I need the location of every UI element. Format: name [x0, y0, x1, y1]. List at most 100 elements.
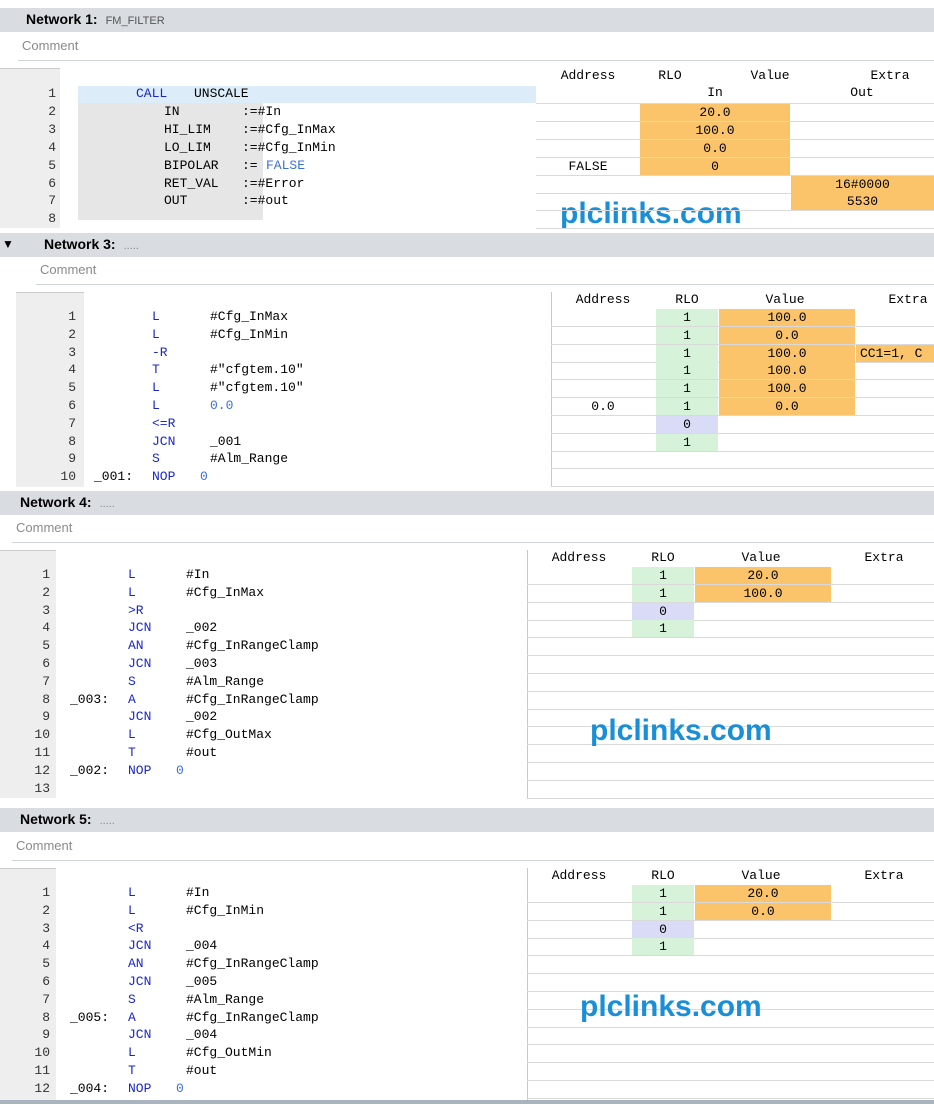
- line-number: 7: [42, 673, 50, 689]
- operand: #out: [186, 745, 218, 760]
- rlo-value: 1: [656, 326, 718, 344]
- operand: #Cfg_InMin: [210, 326, 289, 342]
- param-value: :=#Error: [242, 175, 305, 191]
- line-number: 1: [42, 567, 50, 582]
- collapse-arrow-icon[interactable]: ▼: [2, 237, 14, 251]
- in-value: 0.0: [640, 139, 790, 157]
- watch-value: 20.0: [695, 567, 831, 584]
- watermark: plclinks.com: [580, 990, 762, 1023]
- line-number: 4: [42, 938, 50, 954]
- instruction-op: JCN: [128, 620, 152, 636]
- instruction-op: JCN: [152, 433, 176, 449]
- network-5-header[interactable]: Network 5:.....: [0, 808, 934, 832]
- rlo-value: 1: [632, 620, 694, 638]
- col-extra: Extra: [864, 868, 904, 883]
- rlo-value: 1: [656, 380, 718, 398]
- col-rlo: RLO: [658, 68, 682, 83]
- instruction-op: JCN: [128, 1027, 152, 1043]
- operand: #Alm_Range: [186, 991, 265, 1007]
- rlo-value: 1: [656, 309, 718, 326]
- jump-target: _005: [186, 974, 218, 989]
- grid-divider: [551, 292, 552, 487]
- instruction-op: NOP: [152, 469, 176, 485]
- divider: [12, 860, 934, 861]
- operand: 0: [176, 762, 184, 778]
- watch-value: 0.0: [719, 398, 855, 415]
- grid-row-line: [527, 937, 934, 939]
- line-number: 7: [42, 991, 50, 1007]
- rlo-value: 0: [632, 602, 694, 620]
- param-name: BIPOLAR: [164, 157, 219, 173]
- line-number: 10: [34, 1045, 50, 1061]
- line-number: 6: [48, 175, 56, 191]
- grid-row-line: [527, 708, 934, 710]
- line-number: 10: [34, 727, 50, 743]
- line-number: 2: [48, 103, 56, 119]
- network-4-title: Network 4:.....: [20, 494, 115, 510]
- network-3-header[interactable]: ▼ Network 3:.....: [0, 233, 934, 257]
- network-4-header[interactable]: Network 4:.....: [0, 491, 934, 515]
- jump-label: _002:: [70, 762, 110, 778]
- network-4-comment[interactable]: Comment: [16, 518, 934, 538]
- instruction-op: JCN: [128, 656, 152, 671]
- line-number: 4: [48, 139, 56, 155]
- instruction-op: -R: [152, 344, 168, 360]
- col-extra: Extra: [870, 68, 910, 83]
- line-number: 3: [48, 121, 56, 137]
- jump-target: _002: [186, 709, 218, 725]
- watch-value: 100.0: [719, 309, 855, 326]
- param-value: :=#In: [242, 103, 282, 119]
- instruction-op: L: [128, 1045, 136, 1061]
- jump-target: _003: [186, 656, 218, 671]
- subcol-out: Out: [850, 85, 874, 100]
- instruction-op: NOP: [128, 1080, 152, 1096]
- line-number: 1: [42, 885, 50, 900]
- network-1-comment[interactable]: Comment: [22, 36, 934, 56]
- line-number: 13: [34, 780, 50, 796]
- line-number: 6: [42, 656, 50, 671]
- grid-row-line: [551, 486, 934, 488]
- instruction-op: L: [128, 567, 136, 582]
- grid-row-line: [551, 450, 934, 452]
- network-1-header[interactable]: Network 1: FM_FILTER: [0, 8, 934, 32]
- network-5-comment[interactable]: Comment: [16, 836, 934, 856]
- col-rlo: RLO: [651, 550, 675, 565]
- col-address: Address: [551, 868, 607, 883]
- line-number: 12: [34, 762, 50, 778]
- rlo-value: 1: [656, 433, 718, 451]
- operand: #In: [186, 567, 210, 582]
- network-3-title: Network 3:.....: [44, 236, 139, 252]
- in-value: 0: [640, 157, 790, 175]
- bottom-scrollbar[interactable]: [0, 1100, 934, 1104]
- rlo-value: 1: [656, 344, 718, 362]
- operand: #Alm_Range: [186, 673, 265, 689]
- line-number: 8: [48, 211, 56, 227]
- line-number: 2: [42, 902, 50, 918]
- line-number: 3: [42, 920, 50, 936]
- grid-row-line: [527, 1080, 934, 1081]
- network-3-comment[interactable]: Comment: [40, 260, 934, 280]
- rlo-value: 1: [632, 902, 694, 920]
- watch-value: 0.0: [719, 326, 855, 344]
- out-value: 16#0000: [791, 175, 934, 193]
- rlo-value: 0: [632, 920, 694, 938]
- line-number: 10: [60, 469, 76, 485]
- out-value: 5530: [791, 193, 934, 211]
- watch-value: 20.0: [695, 885, 831, 902]
- operand: 0.0: [210, 398, 234, 413]
- col-value: Value: [741, 550, 781, 565]
- param-name: OUT: [164, 193, 188, 209]
- rlo-value: 1: [632, 567, 694, 584]
- instruction-op: AN: [128, 638, 144, 654]
- line-number: 7: [48, 193, 56, 209]
- instruction-op: L: [128, 902, 136, 918]
- col-extra: Extra: [888, 292, 928, 307]
- instruction-op: L: [128, 727, 136, 743]
- line-number: 4: [42, 620, 50, 636]
- grid-divider: [527, 550, 528, 798]
- jump-target: _004: [186, 1027, 218, 1043]
- instruction-op: L: [152, 326, 160, 342]
- instruction-op: T: [128, 745, 136, 760]
- grid-row-line: [527, 762, 934, 763]
- instruction-op: <=R: [152, 415, 176, 431]
